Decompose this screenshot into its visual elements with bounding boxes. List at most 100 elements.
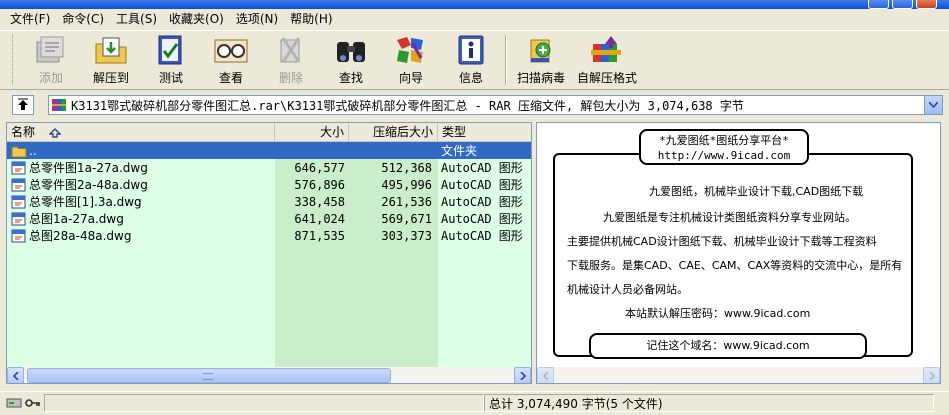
- scroll-thumb[interactable]: [27, 368, 391, 383]
- title-bar[interactable]: [0, 0, 949, 9]
- file-type: AutoCAD 图形: [441, 195, 523, 209]
- file-row[interactable]: 总图1a-27a.dwg 641,024 569,671 AutoCAD 图形: [7, 210, 531, 227]
- file-row[interactable]: 总零件图2a-48a.dwg 576,896 495,996 AutoCAD 图…: [7, 176, 531, 193]
- comment-line: 九爱图纸，机械毕业设计下载,CAD图纸下载: [649, 185, 864, 198]
- address-field[interactable]: K3131鄂式破碎机部分零件图汇总.rar\K3131鄂式破碎机部分零件图汇总 …: [48, 95, 943, 115]
- arrow-right-icon: [928, 371, 935, 380]
- file-type: AutoCAD 图形: [441, 212, 523, 226]
- file-list[interactable]: 名称 大小 压缩后大小 类型 .. 文件夹 总零件图1a-27a.dwg 646…: [6, 122, 532, 384]
- file-size: 576,896: [294, 177, 345, 192]
- info-button[interactable]: 信息: [441, 31, 501, 89]
- menu-favorites[interactable]: 收藏夹(O): [163, 10, 230, 28]
- column-type[interactable]: 类型: [438, 123, 531, 141]
- column-size[interactable]: 大小: [275, 123, 349, 141]
- folder-icon: [11, 146, 27, 157]
- test-label: 测试: [158, 71, 183, 85]
- file-row-name-cell: 总图28a-48a.dwg: [7, 227, 275, 244]
- file-list-horizontal-scrollbar[interactable]: [7, 367, 531, 383]
- up-folder-button[interactable]: [12, 95, 34, 115]
- file-row-name-cell: 总零件图[1].3a.dwg: [7, 193, 275, 210]
- close-button[interactable]: [916, 0, 937, 9]
- comment-horizontal-scrollbar[interactable]: [537, 367, 940, 383]
- menu-help[interactable]: 帮助(H): [284, 10, 338, 28]
- file-packed-size: 495,996: [381, 177, 432, 192]
- file-size: 641,024: [294, 211, 345, 226]
- file-packed-size: 512,368: [381, 160, 432, 175]
- toolbar-separator: [505, 35, 507, 85]
- delete-icon: [272, 33, 310, 67]
- address-path: K3131鄂式破碎机部分零件图汇总.rar\K3131鄂式破碎机部分零件图汇总 …: [71, 98, 744, 113]
- menu-bar: 文件(F) 命令(C) 工具(S) 收藏夹(O) 选项(N) 帮助(H): [0, 9, 949, 29]
- find-button[interactable]: 查找: [321, 31, 381, 89]
- file-row[interactable]: 总零件图[1].3a.dwg 338,458 261,536 AutoCAD 图…: [7, 193, 531, 210]
- archive-comment-pane[interactable]: *九爱图纸*图纸分享平台* http://www.9icad.com 九爱图纸，…: [536, 122, 941, 384]
- file-list-body: .. 文件夹 总零件图1a-27a.dwg 646,577 512,368 Au…: [7, 142, 531, 367]
- file-packed-size: 569,671: [381, 211, 432, 226]
- virus-scan-label: 扫描病毒: [516, 71, 565, 85]
- dwg-file-icon: [11, 195, 26, 208]
- comment-scroll-left-button[interactable]: [537, 367, 554, 383]
- file-type: AutoCAD 图形: [441, 161, 523, 175]
- rar-archive-icon: [52, 99, 66, 111]
- maximize-button[interactable]: [892, 0, 913, 9]
- comment-line: 机械设计人员必备网站。: [567, 283, 688, 296]
- status-total: 总计 3,074,490 字节(5 个文件): [484, 393, 934, 412]
- info-label: 信息: [458, 71, 483, 85]
- sfx-label: 自解压格式: [576, 71, 637, 85]
- file-type: AutoCAD 图形: [441, 229, 523, 243]
- menu-options[interactable]: 选项(N): [230, 10, 284, 28]
- comment-line: 本站默认解压密码：www.9icad.com: [625, 307, 811, 320]
- file-size: 646,577: [294, 160, 345, 175]
- column-name[interactable]: 名称: [7, 123, 275, 141]
- wizard-button[interactable]: 向导: [381, 31, 441, 89]
- view-button[interactable]: 查看: [201, 31, 261, 89]
- comment-content: *九爱图纸*图纸分享平台* http://www.9icad.com 九爱图纸，…: [537, 123, 940, 367]
- menu-file[interactable]: 文件(F): [4, 10, 56, 28]
- delete-button[interactable]: 删除: [261, 31, 321, 89]
- column-packed[interactable]: 压缩后大小: [349, 123, 438, 141]
- key-icon[interactable]: [25, 397, 41, 409]
- file-row-name-cell: 总零件图1a-27a.dwg: [7, 159, 275, 176]
- add-button[interactable]: 添加: [21, 31, 81, 89]
- comment-title-box: *九爱图纸*图纸分享平台* http://www.9icad.com: [639, 129, 809, 165]
- chevron-down-icon: [929, 102, 938, 108]
- arrow-right-icon: [519, 371, 526, 380]
- test-button[interactable]: 测试: [141, 31, 201, 89]
- drive-icon[interactable]: [6, 397, 22, 409]
- file-name: 总零件图[1].3a.dwg: [29, 195, 142, 209]
- comment-scroll-right-button[interactable]: [923, 367, 940, 383]
- file-list-header: 名称 大小 压缩后大小 类型: [7, 123, 531, 142]
- address-dropdown-button[interactable]: [924, 96, 942, 114]
- file-row-parent[interactable]: .. 文件夹: [7, 142, 531, 159]
- file-type: 文件夹: [438, 142, 531, 159]
- virus-scan-button[interactable]: 扫描病毒: [511, 31, 571, 89]
- menu-commands[interactable]: 命令(C): [56, 10, 110, 28]
- add-label: 添加: [38, 71, 63, 85]
- file-name: 总零件图1a-27a.dwg: [29, 161, 148, 175]
- file-name: 总零件图2a-48a.dwg: [29, 178, 148, 192]
- dwg-file-icon: [11, 229, 26, 242]
- file-row[interactable]: 总零件图1a-27a.dwg 646,577 512,368 AutoCAD 图…: [7, 159, 531, 176]
- winrar-window: 文件(F) 命令(C) 工具(S) 收藏夹(O) 选项(N) 帮助(H) 添加 …: [0, 0, 949, 415]
- find-label: 查找: [338, 71, 363, 85]
- file-row-name-cell: 总图1a-27a.dwg: [7, 210, 275, 227]
- up-arrow-icon: [18, 98, 28, 110]
- scroll-right-button[interactable]: [514, 367, 531, 383]
- wizard-label: 向导: [398, 71, 423, 85]
- comment-line: 主要提供机械CAD设计图纸下载、机械毕业设计下载等工程资料: [567, 235, 877, 248]
- sort-ascending-icon: [48, 127, 62, 138]
- minimize-button[interactable]: [868, 0, 889, 9]
- toolbar-grip[interactable]: [12, 35, 15, 85]
- dwg-file-icon: [11, 161, 26, 174]
- file-row[interactable]: 总图28a-48a.dwg 871,535 303,373 AutoCAD 图形: [7, 227, 531, 244]
- extract-to-button[interactable]: 解压到: [81, 31, 141, 89]
- menu-tools[interactable]: 工具(S): [110, 10, 163, 28]
- dwg-file-icon: [11, 212, 26, 225]
- status-bar: 总计 3,074,490 字节(5 个文件): [0, 391, 949, 413]
- add-icon: [32, 33, 70, 67]
- find-icon: [332, 33, 370, 67]
- info-icon: [452, 33, 490, 67]
- scroll-left-button[interactable]: [7, 367, 24, 383]
- sfx-button[interactable]: 自解压格式: [571, 31, 643, 89]
- extract-to-icon: [92, 33, 130, 67]
